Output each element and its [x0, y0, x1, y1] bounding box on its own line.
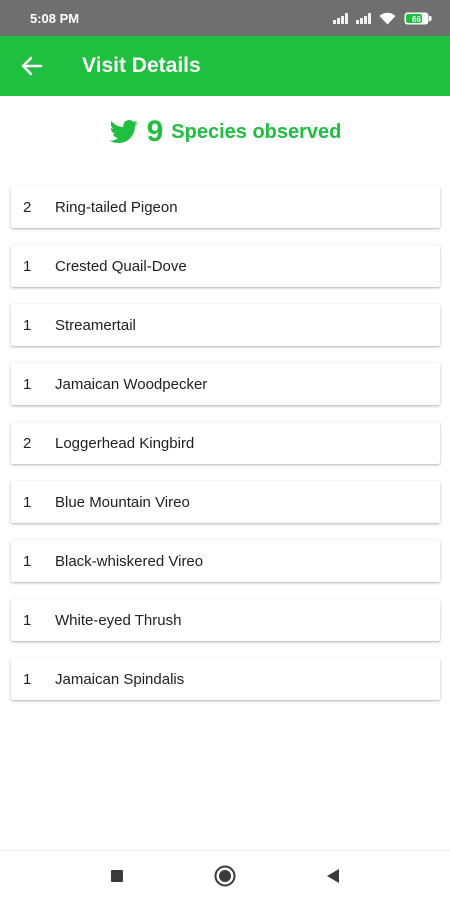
arrow-left-icon — [21, 56, 43, 76]
signal-icon-2 — [356, 12, 371, 24]
species-name: White-eyed Thrush — [55, 611, 182, 629]
list-item[interactable]: 1 Streamertail — [11, 304, 440, 346]
species-quantity: 2 — [23, 434, 32, 452]
species-name: Blue Mountain Vireo — [55, 493, 190, 511]
species-quantity: 1 — [23, 257, 32, 275]
list-item[interactable]: 1 Black-whiskered Vireo — [11, 540, 440, 582]
species-summary: 9 Species observed — [0, 114, 450, 150]
species-quantity: 2 — [23, 198, 32, 216]
battery-level: 66 — [412, 15, 421, 24]
list-item[interactable]: 1 White-eyed Thrush — [11, 599, 440, 641]
species-quantity: 1 — [23, 493, 32, 511]
species-count-label: Species observed — [171, 120, 342, 143]
signal-icon — [333, 12, 348, 24]
species-quantity: 1 — [23, 552, 32, 570]
list-item[interactable]: 1 Jamaican Spindalis — [11, 658, 440, 700]
recents-button[interactable] — [97, 856, 137, 896]
list-item[interactable]: 1 Blue Mountain Vireo — [11, 481, 440, 523]
list-item[interactable]: 2 Loggerhead Kingbird — [11, 422, 440, 464]
app-bar: Visit Details — [0, 36, 450, 96]
species-name: Streamertail — [55, 316, 136, 334]
battery-icon: 66 — [404, 12, 432, 25]
species-name: Jamaican Woodpecker — [55, 375, 208, 393]
species-quantity: 1 — [23, 670, 32, 688]
recents-square-icon — [111, 870, 123, 882]
wifi-icon — [379, 12, 396, 25]
status-bar: 5:08 PM 66 — [0, 0, 450, 36]
status-time: 5:08 PM — [30, 10, 80, 26]
species-quantity: 1 — [23, 611, 32, 629]
species-quantity: 1 — [23, 375, 32, 393]
species-name: Loggerhead Kingbird — [55, 434, 195, 452]
list-item[interactable]: 2 Ring-tailed Pigeon — [11, 186, 440, 228]
system-nav-bar — [0, 850, 450, 901]
species-name: Black-whiskered Vireo — [55, 552, 204, 570]
species-name: Ring-tailed Pigeon — [55, 198, 178, 216]
back-button[interactable] — [0, 36, 64, 96]
home-circle-icon — [214, 865, 236, 887]
home-button[interactable] — [205, 856, 245, 896]
status-icons: 66 — [333, 12, 432, 25]
page-title: Visit Details — [82, 54, 201, 77]
bird-icon — [109, 120, 138, 144]
species-name: Jamaican Spindalis — [55, 670, 185, 688]
species-name: Crested Quail-Dove — [55, 257, 187, 275]
species-count: 9 — [146, 115, 164, 148]
nav-back-button[interactable] — [313, 856, 353, 896]
list-item[interactable]: 1 Jamaican Woodpecker — [11, 363, 440, 405]
species-quantity: 1 — [23, 316, 32, 334]
list-item[interactable]: 1 Crested Quail-Dove — [11, 245, 440, 287]
back-triangle-icon — [327, 869, 339, 883]
species-list: 2 Ring-tailed Pigeon 1 Crested Quail-Dov… — [11, 186, 440, 717]
